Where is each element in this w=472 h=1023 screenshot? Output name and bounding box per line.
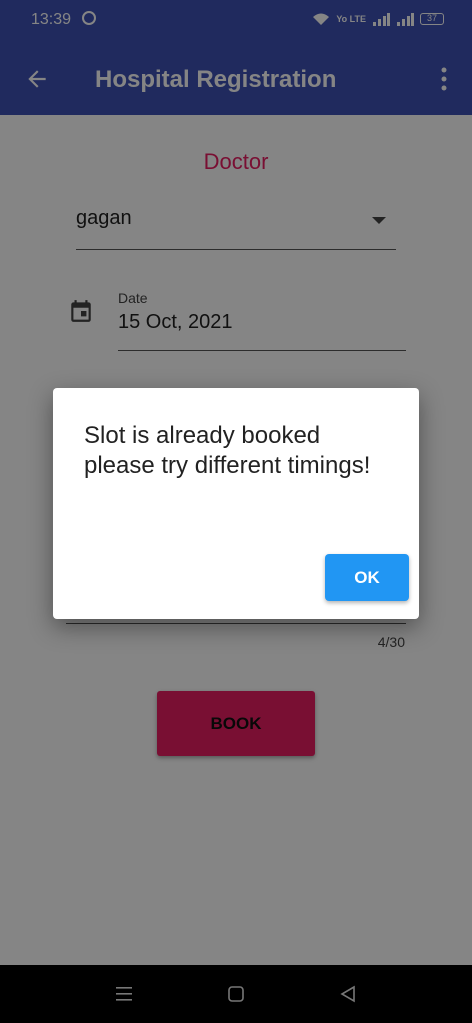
alert-dialog: Slot is already booked please try differ… [53,388,419,619]
ok-button[interactable]: OK [325,554,409,601]
home-icon[interactable] [226,985,246,1003]
back-triangle-icon[interactable] [338,985,358,1003]
menu-icon[interactable] [114,985,134,1003]
dialog-message: Slot is already booked please try differ… [84,422,371,479]
system-nav-bar [0,965,472,1023]
